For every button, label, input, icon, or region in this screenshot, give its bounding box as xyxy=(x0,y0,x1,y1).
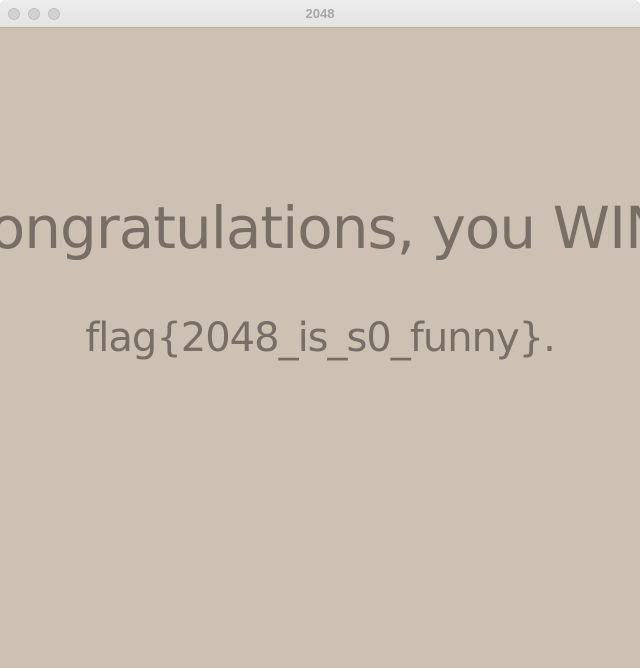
flag-text: flag{2048_is_s0_funny}. xyxy=(85,315,556,361)
window-title: 2048 xyxy=(305,6,335,21)
game-area: Congratulations, you WIN! flag{2048_is_s… xyxy=(0,28,640,668)
app-window: 2048 Congratulations, you WIN! flag{2048… xyxy=(0,0,640,668)
title-bar[interactable]: 2048 xyxy=(0,0,640,28)
win-message: Congratulations, you WIN! xyxy=(0,194,640,262)
